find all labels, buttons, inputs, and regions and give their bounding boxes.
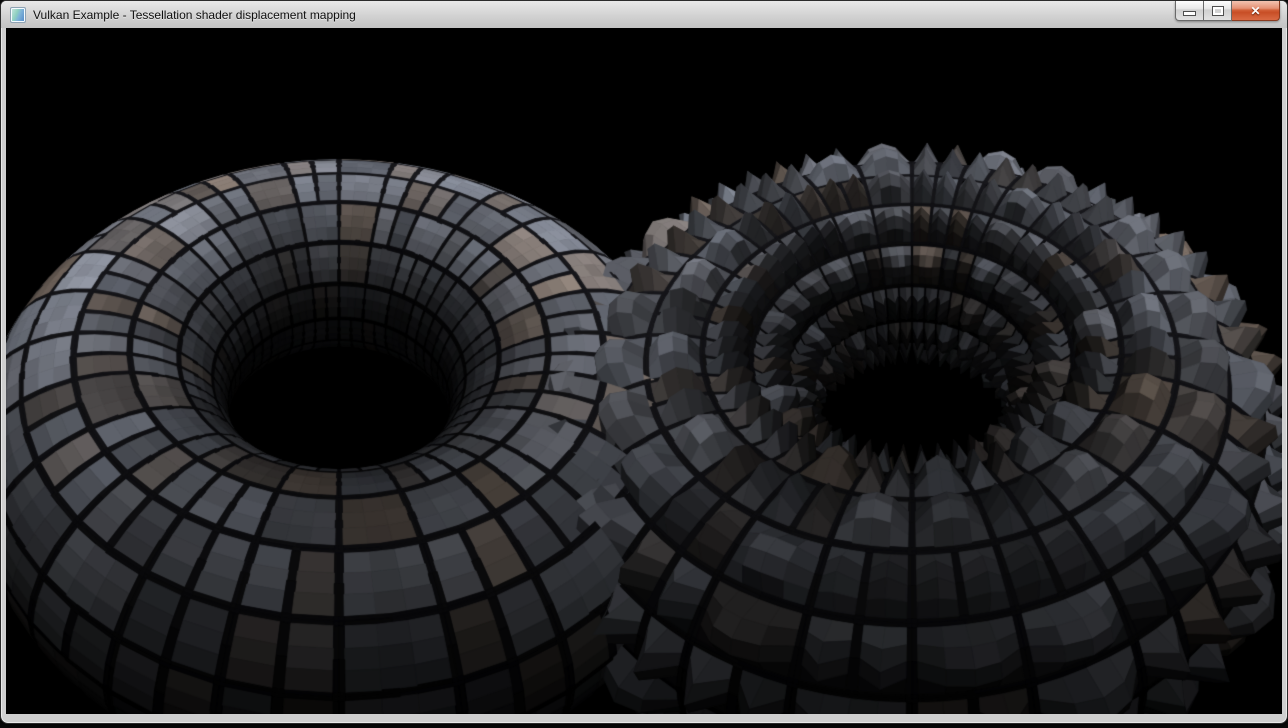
- vulkan-render-canvas[interactable]: [6, 28, 1282, 714]
- close-icon: ✕: [1250, 5, 1260, 17]
- minimize-button[interactable]: [1175, 1, 1204, 21]
- window-title: Vulkan Example - Tessellation shader dis…: [33, 8, 356, 22]
- caption-buttons: ✕: [1175, 1, 1280, 21]
- titlebar[interactable]: Vulkan Example - Tessellation shader dis…: [1, 1, 1287, 28]
- minimize-icon: [1183, 11, 1196, 16]
- render-viewport: [6, 28, 1282, 714]
- close-button[interactable]: ✕: [1232, 1, 1280, 21]
- maximize-button[interactable]: [1204, 1, 1232, 21]
- app-window: Vulkan Example - Tessellation shader dis…: [0, 0, 1288, 724]
- application-icon: [10, 7, 26, 23]
- maximize-icon: [1212, 6, 1224, 16]
